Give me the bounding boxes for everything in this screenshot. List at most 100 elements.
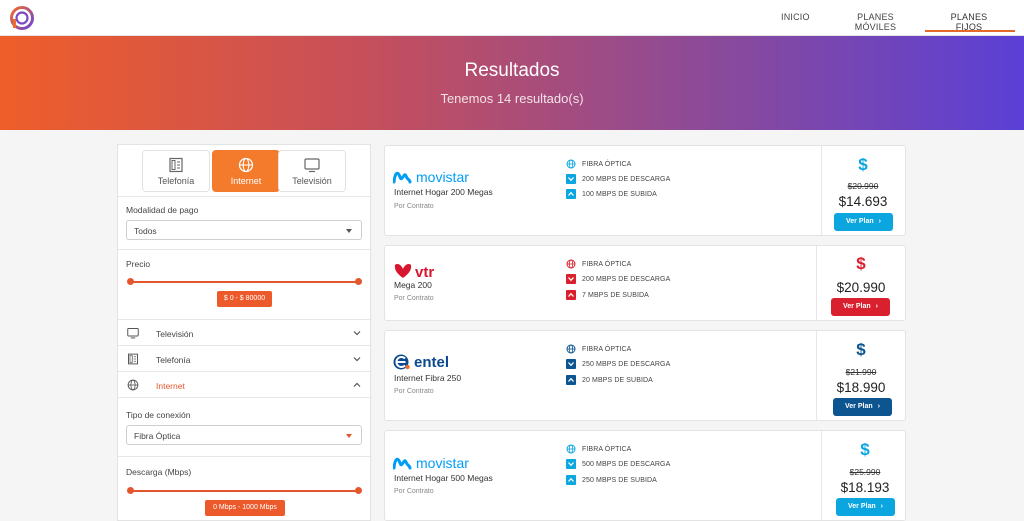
price-label: Precio bbox=[126, 259, 151, 269]
ver-plan-button[interactable]: Ver Plan › bbox=[833, 398, 892, 416]
nav-planes-moviles[interactable]: PLANES MÓVILES bbox=[838, 12, 913, 32]
download-range-badge: 0 Mbps - 1000 Mbps bbox=[205, 500, 285, 516]
results-hero: Resultados Tenemos 14 resultado(s) bbox=[0, 36, 1024, 130]
accordion-label: Telefonía bbox=[156, 355, 191, 365]
globe-icon bbox=[566, 344, 576, 354]
plan-name: Mega 200 bbox=[394, 280, 432, 290]
feature-text: FIBRA ÓPTICA bbox=[582, 161, 632, 168]
price-slider-track[interactable] bbox=[131, 281, 359, 283]
card-divider bbox=[821, 146, 822, 235]
dollar-icon: $ bbox=[856, 254, 866, 273]
feature-text: FIBRA ÓPTICA bbox=[582, 346, 632, 353]
chevron-down-icon bbox=[353, 357, 361, 362]
upload-arrow-icon bbox=[566, 475, 576, 485]
old-price: $21.990 bbox=[845, 367, 877, 377]
nav-planes-fijos[interactable]: PLANES FIJOS bbox=[938, 12, 1000, 32]
chevron-right-icon: › bbox=[878, 218, 881, 225]
feature-text: 7 MBPS DE SUBIDA bbox=[582, 292, 649, 299]
caret-down-icon bbox=[346, 229, 352, 233]
upload-arrow-icon bbox=[566, 375, 576, 385]
tv-icon bbox=[127, 328, 139, 339]
download-label: Descarga (Mbps) bbox=[126, 467, 192, 477]
plan-contract: Por Contrato bbox=[394, 488, 434, 495]
price-range-badge: $ 0 - $ 80000 bbox=[217, 291, 272, 307]
download-slider-track[interactable] bbox=[131, 490, 359, 492]
ver-plan-button[interactable]: Ver Plan › bbox=[831, 298, 890, 316]
download-arrow-icon bbox=[566, 274, 576, 284]
accordion-telefonia[interactable]: Telefonía bbox=[118, 345, 372, 371]
upload-arrow-icon bbox=[566, 189, 576, 199]
download-slider-min-handle[interactable] bbox=[127, 487, 134, 494]
chevron-down-icon bbox=[353, 331, 361, 336]
chevron-right-icon: › bbox=[880, 503, 883, 510]
plan-name: Internet Hogar 200 Megas bbox=[394, 187, 493, 197]
brand-name: movistar bbox=[416, 455, 469, 471]
price-slider-min-handle[interactable] bbox=[127, 278, 134, 285]
card-divider bbox=[816, 331, 817, 420]
upload-arrow-icon bbox=[566, 290, 576, 300]
results-count: Tenemos 14 resultado(s) bbox=[440, 91, 584, 106]
button-label: Ver Plan bbox=[848, 503, 876, 510]
download-slider-max-handle[interactable] bbox=[355, 487, 362, 494]
ver-plan-button[interactable]: Ver Plan › bbox=[834, 213, 893, 231]
tv-icon bbox=[304, 158, 320, 173]
tab-internet[interactable]: Internet bbox=[212, 150, 280, 192]
download-arrow-icon bbox=[566, 359, 576, 369]
old-price: $25.990 bbox=[849, 467, 881, 477]
divider bbox=[118, 249, 372, 250]
page-title: Resultados bbox=[464, 60, 560, 81]
current-price: $18.193 bbox=[840, 480, 890, 495]
plan-card[interactable]: movistar Internet Hogar 200 Megas Por Co… bbox=[384, 145, 906, 236]
payment-select[interactable]: Todos bbox=[126, 220, 362, 240]
tab-television[interactable]: Televisión bbox=[278, 150, 346, 192]
movistar-logo-icon: movistar bbox=[393, 455, 469, 471]
plan-card[interactable]: entel Internet Fibra 250 Por Contrato FI… bbox=[384, 330, 906, 421]
divider bbox=[118, 397, 372, 398]
feature-text: 100 MBPS DE SUBIDA bbox=[582, 191, 657, 198]
dollar-icon: $ bbox=[858, 155, 868, 174]
chevron-right-icon: › bbox=[875, 303, 878, 310]
brand-logo-icon[interactable] bbox=[10, 6, 34, 30]
feature-text: 200 MBPS DE DESCARGA bbox=[582, 276, 671, 283]
accordion-television[interactable]: Televisión bbox=[118, 319, 372, 345]
plan-contract: Por Contrato bbox=[394, 203, 434, 210]
nav-active-indicator bbox=[925, 30, 1015, 32]
entel-logo-icon: entel bbox=[393, 354, 449, 371]
feature-text: FIBRA ÓPTICA bbox=[582, 261, 632, 268]
plan-card[interactable]: vtr Mega 200 Por Contrato FIBRA ÓPTICA 2… bbox=[384, 245, 906, 321]
feature-text: 500 MBPS DE DESCARGA bbox=[582, 461, 671, 468]
brand-name: entel bbox=[414, 354, 449, 371]
plan-contract: Por Contrato bbox=[394, 388, 434, 395]
service-tabs: Telefonía Internet Televisión bbox=[118, 145, 372, 197]
caret-down-icon bbox=[346, 434, 352, 438]
connection-select[interactable]: Fibra Óptica bbox=[126, 425, 362, 445]
payment-label: Modalidad de pago bbox=[126, 205, 199, 215]
download-arrow-icon bbox=[566, 459, 576, 469]
connection-label: Tipo de conexión bbox=[126, 410, 191, 420]
brand-name: vtr bbox=[415, 264, 434, 280]
plan-name: Internet Hogar 500 Megas bbox=[394, 473, 493, 483]
feature-text: 20 MBPS DE SUBIDA bbox=[582, 377, 653, 384]
tab-telefonia[interactable]: Telefonía bbox=[142, 150, 210, 192]
dollar-icon: $ bbox=[860, 440, 870, 459]
download-arrow-icon bbox=[566, 174, 576, 184]
globe-icon bbox=[566, 444, 576, 454]
accordion-internet[interactable]: Internet bbox=[118, 371, 372, 397]
button-label: Ver Plan bbox=[845, 403, 873, 410]
ver-plan-button[interactable]: Ver Plan › bbox=[836, 498, 895, 516]
feature-text: 250 MBPS DE DESCARGA bbox=[582, 361, 671, 368]
price-slider-max-handle[interactable] bbox=[355, 278, 362, 285]
movistar-logo-icon: movistar bbox=[393, 169, 469, 185]
card-divider bbox=[821, 431, 822, 520]
globe-icon bbox=[566, 159, 576, 169]
vtr-logo-icon: vtr bbox=[394, 264, 434, 280]
globe-icon bbox=[566, 259, 576, 269]
globe-icon bbox=[238, 157, 254, 173]
tab-label: Telefonía bbox=[157, 176, 195, 186]
button-label: Ver Plan bbox=[843, 303, 871, 310]
tab-label: Televisión bbox=[292, 176, 332, 186]
plan-card[interactable]: movistar Internet Hogar 500 Megas Por Co… bbox=[384, 430, 906, 521]
filter-sidebar: Telefonía Internet Televisión Modalidad … bbox=[117, 144, 372, 521]
top-navbar: INICIO PLANES MÓVILES PLANES FIJOS bbox=[0, 0, 1024, 36]
nav-inicio[interactable]: INICIO bbox=[781, 12, 810, 22]
